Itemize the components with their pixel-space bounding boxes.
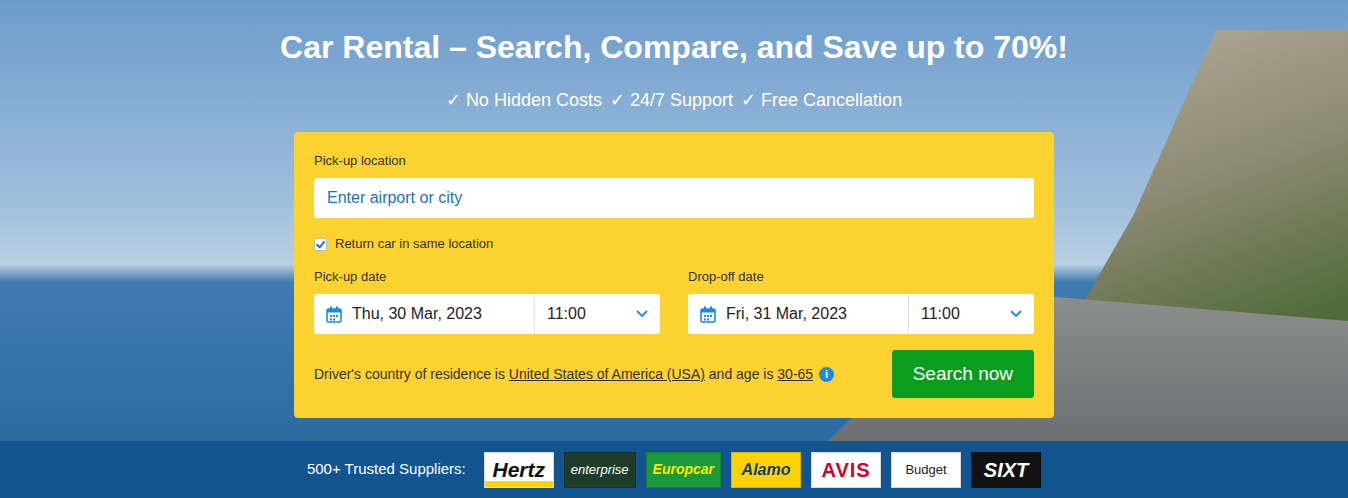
hero-title: Car Rental – Search, Compare, and Save u… [280,26,1068,68]
pickup-date-picker[interactable]: Thu, 30 Mar, 2023 [314,294,534,334]
suppliers-label: 500+ Trusted Suppliers: [307,458,466,481]
supplier-logo[interactable]: AVIS [811,452,881,488]
dropoff-date-field: Fri, 31 Mar, 2023 11:00 [688,294,1034,334]
check-icon: ✓ [741,90,756,110]
chevron-down-icon [1010,310,1022,318]
benefits: ✓ No Hidden Costs✓ 24/7 Support✓ Free Ca… [446,88,902,112]
pickup-date-label: Pick-up date [314,268,660,286]
calendar-icon [326,306,342,323]
search-form: Pick-up location Return car in same locat… [294,132,1054,418]
age-link[interactable]: 30-65 [777,366,813,382]
search-button[interactable]: Search now [892,350,1034,398]
supplier-logo[interactable]: Europcar [646,452,721,488]
benefit-label: 24/7 Support [630,90,733,110]
calendar-icon [700,306,716,323]
supplier-logo[interactable]: Budget [891,452,961,488]
pickup-date-value: Thu, 30 Mar, 2023 [352,302,482,326]
check-icon: ✓ [610,90,625,110]
pickup-location-label: Pick-up location [314,152,1034,170]
benefit-item: ✓ 24/7 Support [610,88,733,112]
dropoff-time-value: 11:00 [921,302,960,326]
dates-row: Pick-up dateThu, 30 Mar, 202311:00Drop-o… [314,268,1034,334]
dropoff-date-column: Drop-off date Fri, 31 Mar, 2023 11:00 [688,268,1034,334]
benefit-item: ✓ Free Cancellation [741,88,902,112]
pickup-date-field: Thu, 30 Mar, 2023 11:00 [314,294,660,334]
suppliers-strip: 500+ Trusted Suppliers: Hertz enterprise Eu… [0,441,1348,498]
check-icon: ✓ [446,90,461,110]
info-icon[interactable]: i [819,367,834,382]
pickup-time-value: 11:00 [547,302,586,326]
benefit-item: ✓ No Hidden Costs [446,88,602,112]
dropoff-date-label: Drop-off date [688,268,1034,286]
supplier-logo[interactable]: enterprise [564,452,636,488]
chevron-down-icon [636,310,648,318]
pickup-date-column: Pick-up date Thu, 30 Mar, 2023 11:00 [314,268,660,334]
supplier-logo[interactable]: Hertz [484,452,554,488]
form-footer: Driver's country of residence is United … [314,350,1034,398]
supplier-logo[interactable]: Alamo [731,452,801,488]
pickup-location-input[interactable] [314,178,1034,218]
residence-prefix: Driver's country of residence is [314,366,505,382]
residence-text: Driver's country of residence is United … [314,364,834,385]
check-icon [315,239,326,250]
hero: Car Rental – Search, Compare, and Save u… [0,0,1348,441]
same-location-checkbox[interactable] [314,238,327,251]
same-location-label: Return car in same location [335,234,493,254]
country-link[interactable]: United States of America (USA) [509,366,705,382]
dropoff-time-select[interactable]: 11:00 [908,294,1034,334]
benefit-label: No Hidden Costs [466,90,602,110]
age-prefix: and age is [709,366,774,382]
dropoff-date-value: Fri, 31 Mar, 2023 [726,302,847,326]
dropoff-date-picker[interactable]: Fri, 31 Mar, 2023 [688,294,908,334]
supplier-logo[interactable]: SIXT [971,452,1041,488]
pickup-time-select[interactable]: 11:00 [534,294,660,334]
same-location-checkbox-row[interactable]: Return car in same location [314,234,1034,254]
benefit-label: Free Cancellation [761,90,902,110]
